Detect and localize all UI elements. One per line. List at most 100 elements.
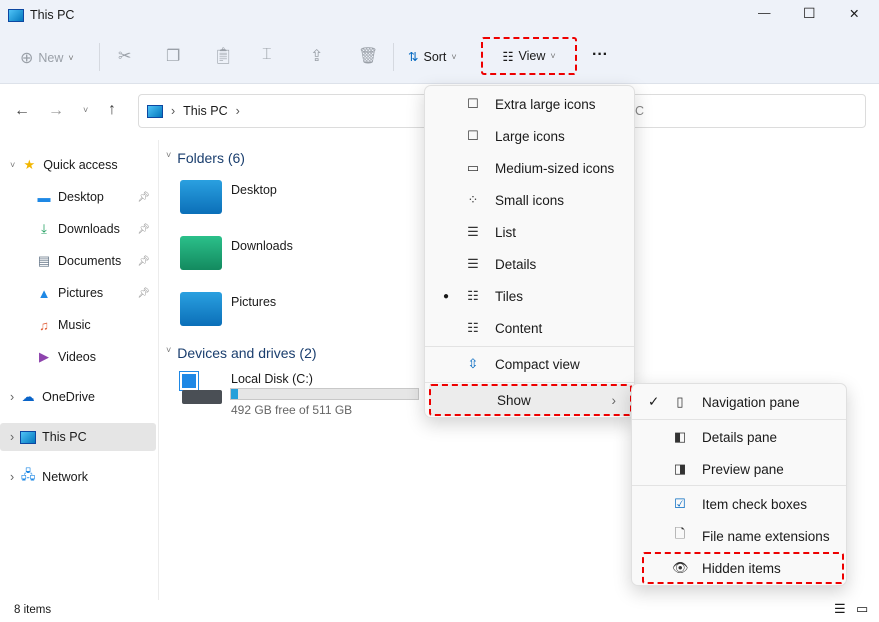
drive-name: Local Disk (C:) xyxy=(231,372,313,386)
pin-icon: 📌︎ xyxy=(137,191,150,203)
menu-item-compact-view[interactable]: ⇳ Compact view xyxy=(425,349,634,379)
menu-item-navigation-pane[interactable]: ✓ ▯ Navigation pane xyxy=(632,387,846,417)
selected-bullet-icon: ● xyxy=(443,290,450,302)
star-icon: ★ xyxy=(23,157,36,172)
medium-icons-icon: ▭ xyxy=(466,160,480,175)
tiles-icon: ☷ xyxy=(467,288,479,303)
folder-desktop[interactable]: Desktop xyxy=(180,180,277,214)
breadcrumb-this-pc[interactable]: This PC xyxy=(183,104,227,118)
label: Compact view xyxy=(495,356,580,372)
menu-item-preview-pane[interactable]: ◨ Preview pane xyxy=(632,454,846,484)
menu-item-content[interactable]: ☷ Content xyxy=(425,313,634,343)
label: Documents xyxy=(58,254,122,268)
folders-header[interactable]: ˅ Folders (6) xyxy=(166,150,245,166)
hidden-items-highlight xyxy=(642,552,844,584)
pc-icon xyxy=(8,8,24,22)
close-button[interactable]: ✕ xyxy=(849,6,859,21)
label: Folders (6) xyxy=(177,150,245,166)
label: Tiles xyxy=(495,288,524,304)
title-and-toolbar xyxy=(0,0,879,84)
folder-icon xyxy=(180,180,222,214)
cut-icon[interactable]: ✂ xyxy=(118,46,131,66)
sidebar-item-music[interactable]: ♫ Music xyxy=(0,311,156,339)
menu-item-list[interactable]: ☰ List xyxy=(425,217,634,247)
rename-icon[interactable]: ⌶ xyxy=(262,46,272,64)
sort-icon: ⇅ xyxy=(408,50,419,64)
label: Details xyxy=(495,256,537,272)
folder-downloads[interactable]: Downloads xyxy=(180,236,293,270)
preview-pane-icon: ◨ xyxy=(673,461,687,476)
sidebar-item-quick-access[interactable]: ˅ ★ Quick access xyxy=(10,151,166,179)
menu-item-medium-icons[interactable]: ▭ Medium-sized icons xyxy=(425,153,634,183)
pc-icon xyxy=(147,104,163,118)
windows-logo-icon xyxy=(179,371,199,391)
sidebar-item-onedrive[interactable]: › ☁ OneDrive xyxy=(0,383,156,411)
label: Item check boxes xyxy=(702,496,808,512)
folder-icon xyxy=(180,292,222,326)
label: This PC xyxy=(42,430,87,444)
tiles-view-icon[interactable]: ▭ xyxy=(856,601,868,617)
menu-item-item-check-boxes[interactable]: ☑ Item check boxes xyxy=(632,489,846,519)
delete-icon[interactable]: 🗑︎ xyxy=(358,46,378,66)
up-icon[interactable]: ↑ xyxy=(108,101,116,119)
drive-free-text: 492 GB free of 511 GB xyxy=(231,403,353,417)
label: OneDrive xyxy=(42,390,95,404)
view-menu: ☐ Extra large icons ☐ Large icons ▭ Medium-si… xyxy=(424,85,635,418)
new-button[interactable]: ⊕ New ˅ xyxy=(20,48,74,68)
menu-item-details[interactable]: ☰ Details xyxy=(425,249,634,279)
details-icon: ☰ xyxy=(467,256,479,271)
more-button[interactable]: ··· xyxy=(592,46,608,64)
label: Details pane xyxy=(702,429,778,445)
menu-item-details-pane[interactable]: ◧ Details pane xyxy=(632,422,846,452)
copy-icon[interactable]: ❐ xyxy=(166,46,180,66)
sidebar-item-desktop[interactable]: ▬ Desktop 📌︎ xyxy=(0,183,156,211)
back-icon[interactable]: ← xyxy=(14,102,30,120)
sidebar-item-this-pc[interactable]: › This PC xyxy=(0,423,156,451)
menu-item-small-icons[interactable]: ⁘ Small icons xyxy=(425,185,634,215)
small-icons-icon: ⁘ xyxy=(467,192,479,207)
content-icon: ☷ xyxy=(467,320,479,335)
video-icon: ▶ xyxy=(39,349,49,364)
sidebar-item-documents[interactable]: ▤ Documents 📌︎ xyxy=(0,247,156,275)
view-button[interactable]: ☷ View ˅ xyxy=(481,37,577,75)
label: Pictures xyxy=(58,286,104,300)
list-icon: ☰ xyxy=(467,224,479,239)
menu-item-file-name-extensions[interactable]: 🗋︎ File name extensions xyxy=(632,521,846,551)
minimize-button[interactable]: — xyxy=(758,6,771,20)
maximize-button[interactable]: ☐ xyxy=(803,5,816,22)
paste-icon[interactable]: 📋︎ xyxy=(213,46,233,66)
menu-item-show[interactable]: Show › xyxy=(429,384,632,416)
label: Devices and drives (2) xyxy=(177,345,317,361)
share-icon[interactable]: ⇪ xyxy=(310,46,323,66)
sort-button[interactable]: ⇅ Sort ˅ xyxy=(408,49,457,65)
label: Pictures xyxy=(231,295,277,309)
label: Small icons xyxy=(495,192,565,208)
recent-icon[interactable]: ˅ xyxy=(83,105,88,115)
sidebar-item-pictures[interactable]: ▲ Pictures 📌︎ xyxy=(0,279,156,307)
menu-item-extra-large-icons[interactable]: ☐ Extra large icons xyxy=(425,89,634,119)
music-icon: ♫ xyxy=(39,317,49,333)
sidebar-item-downloads[interactable]: ⤓ Downloads 📌︎ xyxy=(0,215,156,243)
navigation-pane-icon: ▯ xyxy=(676,394,684,409)
folder-icon xyxy=(180,236,222,270)
forward-icon[interactable]: → xyxy=(48,102,64,120)
label: Extra large icons xyxy=(495,96,596,112)
menu-item-tiles[interactable]: ● ☷ Tiles xyxy=(425,281,634,311)
pin-icon: 📌︎ xyxy=(137,223,150,235)
item-count: 8 items xyxy=(14,604,52,616)
menu-item-large-icons[interactable]: ☐ Large icons xyxy=(425,121,634,151)
cloud-icon: ☁ xyxy=(21,389,35,404)
sidebar-item-videos[interactable]: ▶ Videos xyxy=(0,343,156,371)
drive-c[interactable]: Local Disk (C:) 492 GB free of 511 GB xyxy=(179,371,430,417)
compact-view-icon: ⇳ xyxy=(467,356,479,371)
title-bar: This PC xyxy=(8,8,74,22)
document-icon: ▤ xyxy=(37,253,51,268)
window-title: This PC xyxy=(30,8,75,22)
folder-pictures[interactable]: Pictures xyxy=(180,292,276,326)
large-icons-icon: ☐ xyxy=(467,128,479,143)
drives-header[interactable]: ˅ Devices and drives (2) xyxy=(166,345,317,361)
divider xyxy=(99,43,100,71)
details-view-icon[interactable]: ☰ xyxy=(834,601,846,617)
label: Quick access xyxy=(43,158,118,172)
sidebar-item-network[interactable]: › 🖧︎ Network xyxy=(0,463,156,491)
